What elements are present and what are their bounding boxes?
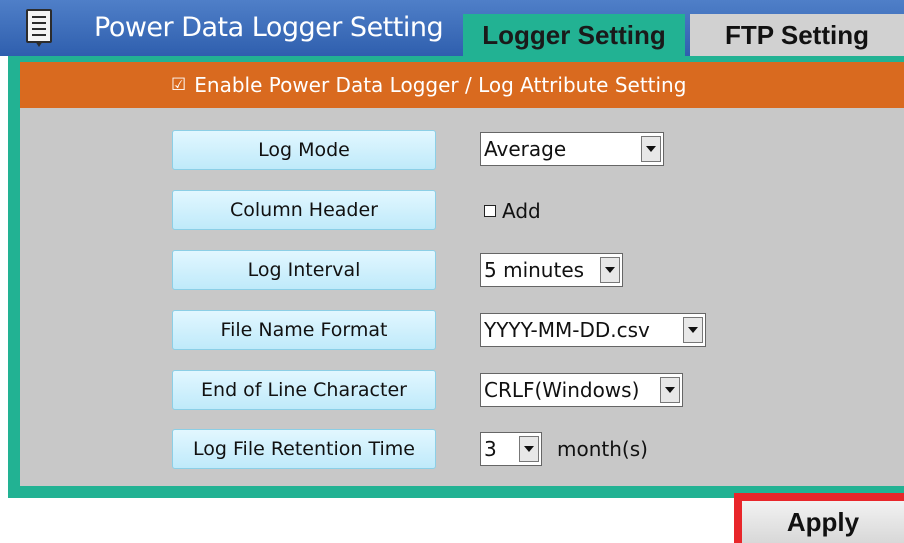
apply-button[interactable]: Apply [742,501,904,543]
log-mode-label-button[interactable]: Log Mode [172,130,436,170]
log-interval-select[interactable]: 5 minutes [480,253,623,287]
log-interval-label-button[interactable]: Log Interval [172,250,436,290]
column-header-add-checkbox[interactable]: Add [484,199,541,223]
dropdown-arrow-icon[interactable] [641,136,661,162]
end-of-line-value: CRLF(Windows) [484,378,640,402]
log-interval-value: 5 minutes [484,258,585,282]
retention-time-label-button[interactable]: Log File Retention Time [172,429,436,469]
end-of-line-label-button[interactable]: End of Line Character [172,370,436,410]
checkbox-unchecked-icon[interactable] [484,205,496,217]
retention-time-value: 3 [484,437,497,461]
end-of-line-select[interactable]: CRLF(Windows) [480,373,683,407]
dropdown-arrow-icon[interactable] [519,436,539,462]
column-header-label-button[interactable]: Column Header [172,190,436,230]
dropdown-arrow-icon[interactable] [683,317,703,343]
log-mode-value: Average [484,137,567,161]
app-title: Power Data Logger Setting [94,12,444,43]
file-name-format-select[interactable]: YYYY-MM-DD.csv [480,313,706,347]
section-title: Enable Power Data Logger / Log Attribute… [194,73,687,97]
file-name-format-label-button[interactable]: File Name Format [172,310,436,350]
logger-setting-panel: ☑ Enable Power Data Logger / Log Attribu… [8,56,904,498]
retention-time-select[interactable]: 3 [480,432,542,466]
dropdown-arrow-icon[interactable] [660,377,680,403]
log-mode-select[interactable]: Average [480,132,664,166]
dropdown-arrow-icon[interactable] [600,257,620,283]
checkbox-checked-icon[interactable]: ☑ [171,75,186,95]
enable-logger-section-header[interactable]: ☑ Enable Power Data Logger / Log Attribu… [20,62,904,108]
retention-unit-label: month(s) [557,437,648,461]
tab-ftp-setting[interactable]: FTP Setting [690,14,904,56]
settings-area: ☑ Enable Power Data Logger / Log Attribu… [20,62,904,486]
checkbox-add-label: Add [502,199,541,223]
file-name-format-value: YYYY-MM-DD.csv [484,318,650,342]
tab-logger-setting[interactable]: Logger Setting [463,14,685,56]
document-menu-icon[interactable] [26,9,52,47]
header-bar: Power Data Logger Setting Logger Setting… [0,0,904,56]
